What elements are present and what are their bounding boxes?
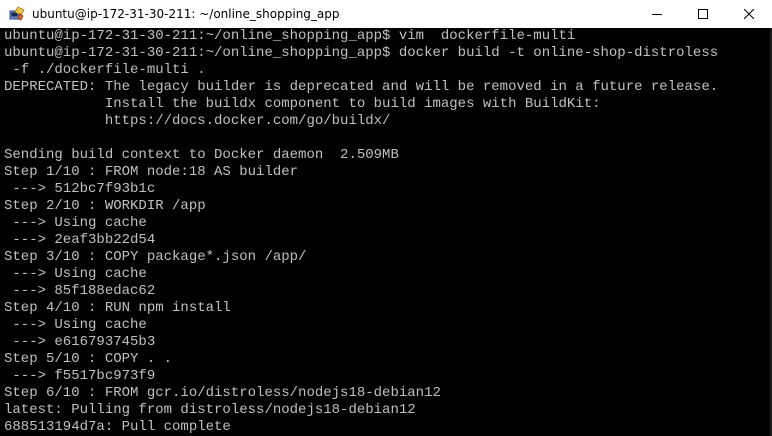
terminal-line: Install the buildx component to build im… (4, 96, 601, 112)
maximize-button[interactable] (680, 0, 726, 28)
window-title: ubuntu@ip-172-31-30-211: ~/online_shoppi… (32, 7, 340, 21)
terminal-line: Sending build context to Docker daemon 2… (4, 147, 399, 163)
close-button[interactable] (726, 0, 772, 28)
window-controls (634, 0, 772, 28)
title-bar[interactable]: ubuntu@ip-172-31-30-211: ~/online_shoppi… (0, 0, 772, 28)
terminal-line: -f ./dockerfile-multi . (4, 62, 206, 78)
minimize-icon (652, 14, 662, 15)
putty-icon[interactable] (9, 6, 25, 22)
terminal-line: Step 1/10 : FROM node:18 AS builder (4, 164, 299, 180)
terminal-line: ubuntu@ip-172-31-30-211:~/online_shoppin… (4, 45, 719, 61)
terminal-line: ---> Using cache (4, 266, 147, 282)
close-icon (744, 9, 754, 19)
terminal-line: Step 6/10 : FROM gcr.io/distroless/nodej… (4, 385, 441, 401)
terminal-line: Step 2/10 : WORKDIR /app (4, 198, 206, 214)
maximize-icon (698, 9, 708, 19)
minimize-button[interactable] (634, 0, 680, 28)
terminal-output[interactable]: ubuntu@ip-172-31-30-211:~/online_shoppin… (4, 28, 770, 436)
terminal-line: ---> Using cache (4, 317, 147, 333)
terminal-line: ---> 2eaf3bb22d54 (4, 232, 156, 248)
terminal-line: Step 5/10 : COPY . . (4, 351, 173, 367)
terminal-line: ubuntu@ip-172-31-30-211:~/online_shoppin… (4, 28, 576, 44)
terminal-line: ---> 512bc7f93b1c (4, 181, 156, 197)
terminal-line: latest: Pulling from distroless/nodejs18… (4, 402, 416, 418)
terminal-window: ubuntu@ip-172-31-30-211: ~/online_shoppi… (0, 0, 772, 436)
terminal-line: ---> e616793745b3 (4, 334, 156, 350)
terminal-line: ---> f5517bc973f9 (4, 368, 156, 384)
terminal-line: https://docs.docker.com/go/buildx/ (4, 113, 391, 129)
terminal-line: DEPRECATED: The legacy builder is deprec… (4, 79, 719, 95)
terminal-line: ---> 85f188edac62 (4, 283, 156, 299)
terminal-line: ---> Using cache (4, 215, 147, 231)
terminal-line: Step 3/10 : COPY package*.json /app/ (4, 249, 307, 265)
terminal-line: 688513194d7a: Pull complete (4, 419, 231, 435)
terminal-line: Step 4/10 : RUN npm install (4, 300, 231, 316)
